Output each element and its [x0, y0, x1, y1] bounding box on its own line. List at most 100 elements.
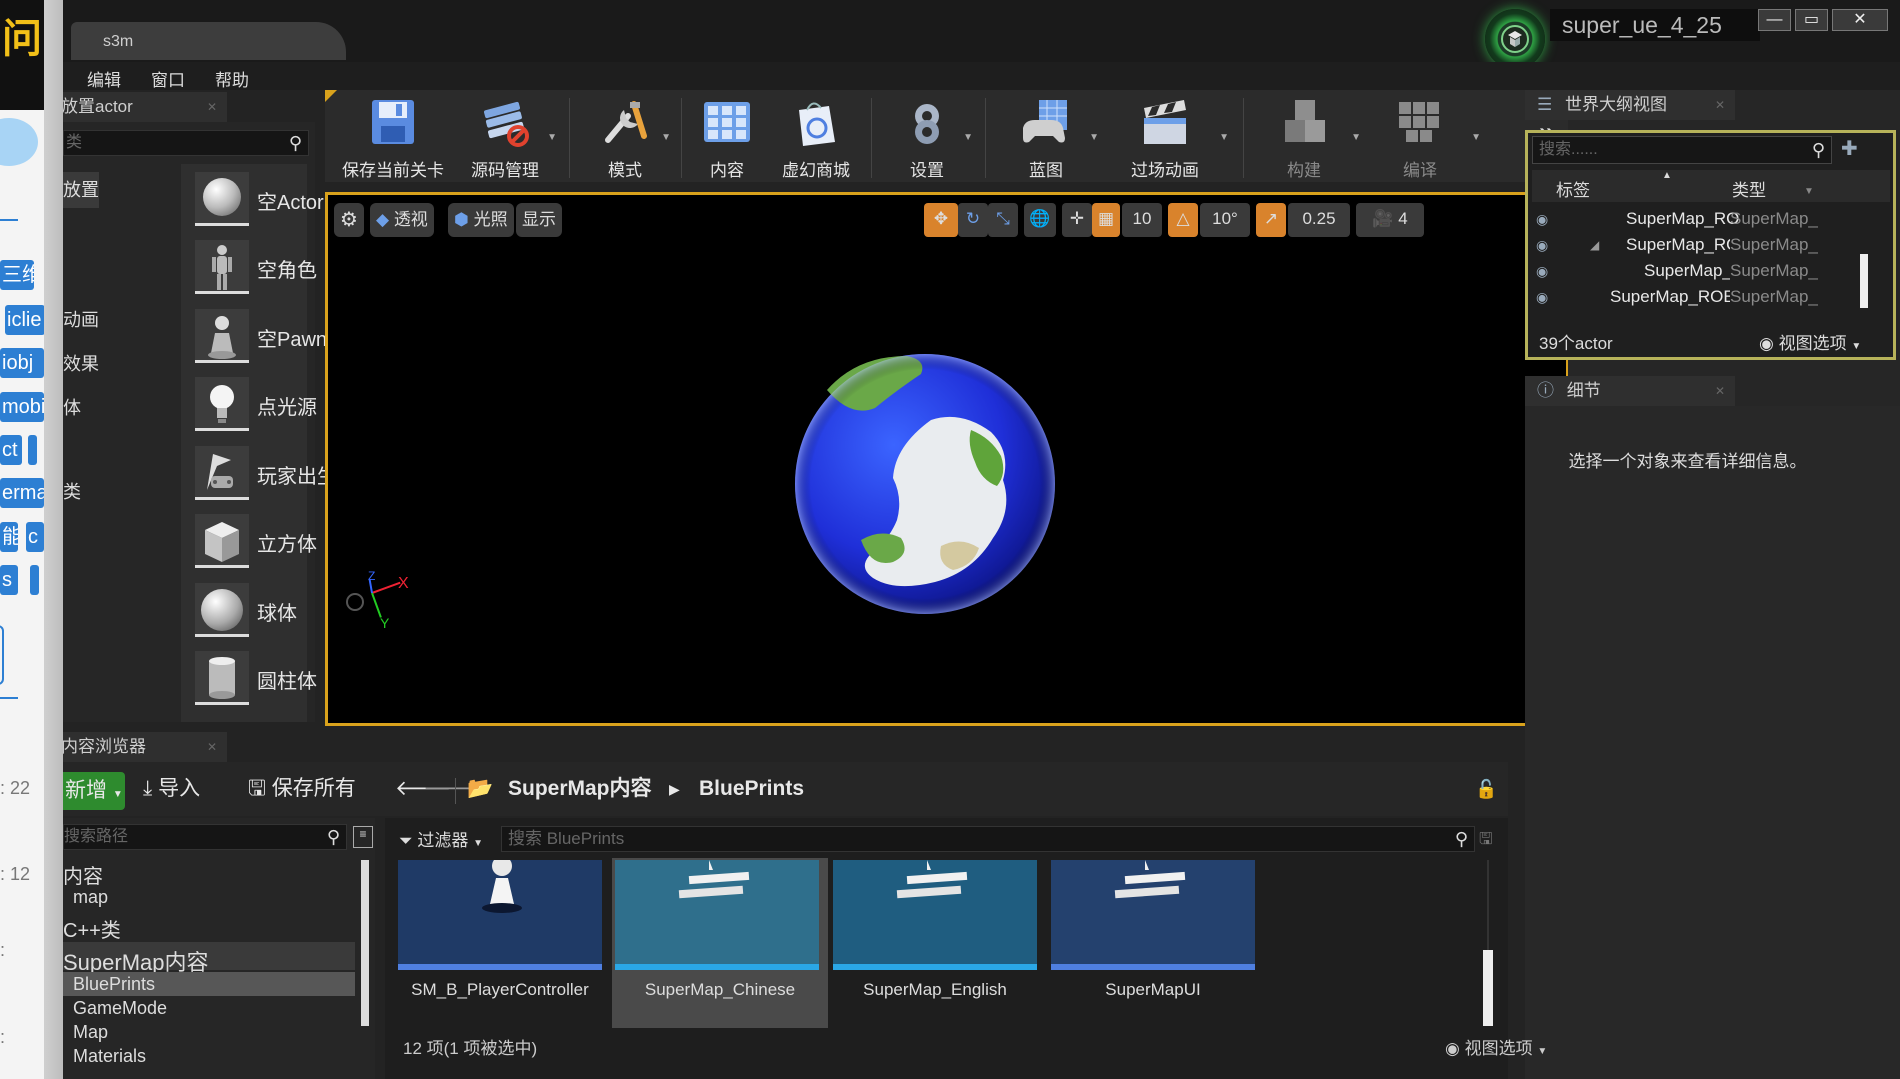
path-search-input[interactable]: 搜索路径 ⚲ — [63, 824, 347, 850]
category-volumes[interactable]: 体 — [63, 394, 81, 420]
eye-icon[interactable]: ◉ — [1536, 206, 1548, 232]
close-icon[interactable]: ✕ — [207, 92, 217, 122]
place-actors-tab[interactable]: 放置actor ✕ — [63, 92, 227, 122]
world-local-toggle[interactable]: 🌐 — [1024, 203, 1056, 237]
column-type-header[interactable]: 类型 — [1732, 176, 1766, 201]
filters-button[interactable]: ⏷ 过滤器 ▼ — [399, 826, 483, 851]
blueprints-button[interactable]: 蓝图 ▼ — [991, 96, 1101, 180]
outliner-row[interactable]: ◉ SuperMap_ROEntity SuperMap_ — [1532, 206, 1872, 232]
asset-tile[interactable] — [1051, 860, 1255, 970]
scale-snap-toggle[interactable]: ↗ — [1256, 203, 1286, 237]
tree-item[interactable]: BluePrints — [73, 974, 155, 995]
cinematics-button[interactable]: 过场动画 ▼ — [1105, 96, 1229, 180]
menu-window[interactable]: 窗口 — [151, 66, 185, 91]
eye-icon[interactable]: ◉ — [1536, 232, 1548, 258]
chevron-down-icon[interactable]: ▼ — [1089, 132, 1099, 143]
menu-edit[interactable]: 编辑 — [87, 66, 121, 91]
tree-item[interactable]: 内容 — [63, 860, 103, 889]
place-actors-search-input[interactable]: 类 ⚲ — [63, 130, 309, 156]
source-control-button[interactable]: 源码管理 ▼ — [455, 96, 557, 180]
add-filter-icon[interactable]: ✚ — [1841, 136, 1858, 161]
minimize-button[interactable]: — — [1758, 9, 1791, 31]
grid-snap-toggle[interactable]: ▦ — [1092, 203, 1120, 237]
show-button[interactable]: 显示 — [516, 203, 562, 237]
rotation-snap-value[interactable]: 10° — [1200, 203, 1250, 237]
chevron-down-icon[interactable]: ▼ — [1351, 132, 1361, 143]
chevron-down-icon[interactable]: ▼ — [661, 132, 671, 143]
marketplace-button[interactable]: 虚幻商城 — [771, 96, 861, 180]
category-place[interactable]: 放置 — [63, 172, 99, 208]
search-icon[interactable]: ⚲ — [1812, 137, 1825, 163]
camera-speed-button[interactable]: 🎥 4 — [1356, 203, 1424, 237]
chevron-down-icon[interactable]: ▼ — [547, 132, 557, 143]
outliner-tab[interactable]: ☰ 世界大纲视图 ✕ — [1525, 90, 1735, 120]
rotate-tool-button[interactable]: ↻ — [958, 203, 988, 237]
asset-tile[interactable] — [398, 860, 602, 970]
outliner-view-options[interactable]: ◉ 视图选项 ▼ — [1759, 329, 1861, 354]
search-icon[interactable]: ⚲ — [327, 825, 340, 849]
close-icon[interactable]: ✕ — [207, 732, 217, 762]
close-window-button[interactable]: ✕ — [1832, 9, 1888, 31]
content-browser-tab[interactable]: 内容浏览器 ✕ — [63, 732, 227, 762]
content-view-options[interactable]: ◉ 视图选项 ▼ — [1445, 1034, 1547, 1059]
eye-icon[interactable]: ◉ — [1536, 258, 1548, 284]
tree-item[interactable]: Map — [73, 1022, 108, 1043]
collections-toggle-icon[interactable]: ≡ — [353, 826, 373, 848]
chevron-down-icon[interactable]: ▼ — [1471, 132, 1481, 143]
scale-snap-value[interactable]: 0.25 — [1288, 203, 1350, 237]
tree-item[interactable]: map — [73, 887, 108, 908]
close-icon[interactable]: ✕ — [1715, 90, 1725, 120]
outliner-search-input[interactable]: 搜索...... ⚲ — [1532, 136, 1832, 164]
scale-tool-button[interactable]: ⤡ — [988, 203, 1018, 237]
level-viewport[interactable]: ⚙ ◆ 透视 ⬢ 光照 显示 ✥ ↻ ⤡ 🌐 ✛ ▦ 10 △ 10° ↗ 0.… — [325, 192, 1569, 726]
asset-tile[interactable] — [833, 860, 1037, 970]
outliner-scrollbar[interactable] — [1860, 254, 1868, 308]
category-animation[interactable]: 动画 — [63, 306, 99, 332]
breadcrumb-current[interactable]: BluePrints — [699, 770, 804, 808]
outliner-row[interactable]: ◉ SuperMap_ROEntity SuperMap_ — [1532, 258, 1872, 284]
search-icon[interactable]: ⚲ — [289, 131, 302, 155]
asset-scrollbar[interactable] — [1483, 950, 1493, 1026]
rotation-snap-toggle[interactable]: △ — [1168, 203, 1198, 237]
eye-icon[interactable]: ◉ — [1536, 284, 1548, 310]
details-tab[interactable]: ⓘ 细节 ✕ — [1525, 376, 1735, 406]
column-label-header[interactable]: 标签 — [1556, 176, 1590, 201]
add-new-button[interactable]: 新增 ▼ — [63, 772, 125, 810]
outliner-row[interactable]: ◉ SuperMap_ROEntity SuperMap_ — [1532, 284, 1872, 310]
asset-tile[interactable] — [615, 860, 819, 970]
menu-help[interactable]: 帮助 — [215, 66, 249, 91]
perspective-button[interactable]: ◆ 透视 — [370, 203, 434, 237]
content-button[interactable]: 内容 — [687, 96, 767, 180]
outliner-row[interactable]: ◉ ◢ SuperMap_ROEntity SuperMap_ — [1532, 232, 1872, 258]
import-button[interactable]: ⤓ 导入 — [143, 770, 200, 808]
view-mode-button[interactable]: ⬢ 光照 — [448, 203, 514, 237]
modes-button[interactable]: 模式 ▼ — [575, 96, 675, 180]
breadcrumb-root[interactable]: SuperMap内容 — [508, 770, 652, 808]
level-tab[interactable]: s3m — [71, 22, 346, 60]
tree-item[interactable]: C++类 — [63, 914, 121, 943]
category-effects[interactable]: 效果 — [63, 350, 99, 376]
chevron-down-icon[interactable]: ▼ — [963, 132, 973, 143]
expand-arrow-icon[interactable]: ◢ — [1590, 232, 1599, 258]
chevron-down-icon[interactable]: ▼ — [1804, 186, 1814, 197]
save-level-button[interactable]: 保存当前关卡 — [333, 96, 453, 180]
save-search-icon[interactable]: 🖫 — [1479, 828, 1493, 855]
compile-button[interactable]: 编译 ▼ — [1365, 96, 1481, 180]
close-icon[interactable]: ✕ — [1715, 376, 1725, 406]
category-all-classes[interactable]: 类 — [63, 478, 81, 504]
tree-item[interactable]: GameMode — [73, 998, 167, 1019]
tree-item[interactable]: Materials — [73, 1046, 146, 1067]
build-button[interactable]: 构建 ▼ — [1249, 96, 1361, 180]
search-icon[interactable]: ⚲ — [1455, 827, 1468, 851]
surface-snapping-button[interactable]: ✛ — [1062, 203, 1092, 237]
save-all-button[interactable]: 🖫 保存所有 — [248, 770, 356, 808]
maximize-button[interactable]: ▭ — [1795, 9, 1828, 31]
viewport-options-button[interactable]: ⚙ — [334, 203, 364, 237]
asset-search-input[interactable]: 搜索 BluePrints ⚲ — [501, 826, 1475, 852]
grid-snap-value[interactable]: 10 — [1122, 203, 1162, 237]
tree-scrollbar[interactable] — [361, 860, 369, 1026]
translate-tool-button[interactable]: ✥ — [924, 203, 958, 237]
chevron-down-icon[interactable]: ▼ — [1219, 132, 1229, 143]
lock-icon[interactable]: 🔓 — [1475, 770, 1497, 808]
settings-button[interactable]: 设置 ▼ — [877, 96, 977, 180]
